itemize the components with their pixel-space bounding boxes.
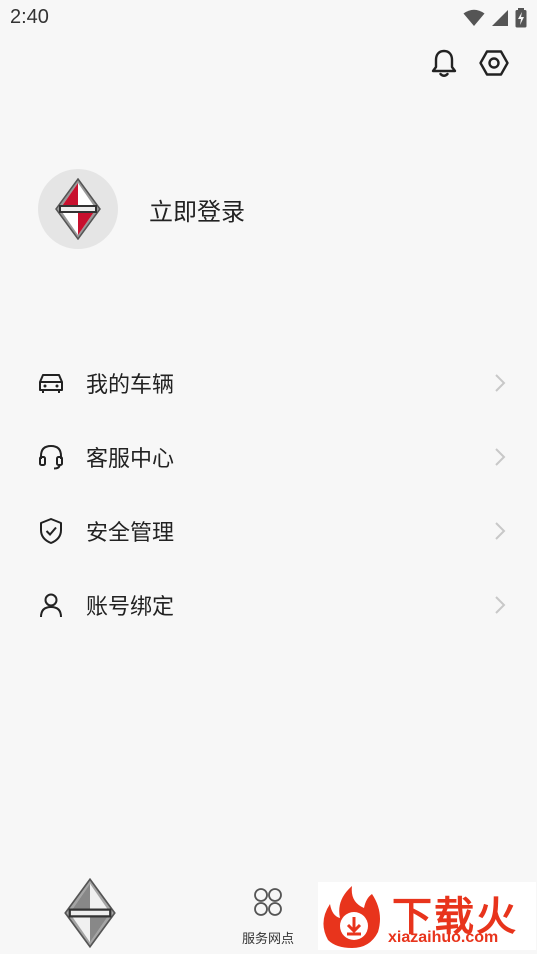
status-bar: 2:40	[0, 0, 537, 36]
borgward-logo-icon	[55, 178, 101, 240]
login-link[interactable]: 立即登录	[149, 192, 245, 227]
menu-item-customer-service[interactable]: 客服中心	[0, 420, 537, 494]
shield-check-icon	[37, 517, 65, 545]
menu-item-my-vehicle[interactable]: 我的车辆	[0, 346, 537, 420]
chevron-right-icon	[495, 522, 506, 540]
menu-item-label: 安全管理	[86, 521, 175, 546]
user-icon	[37, 591, 65, 619]
flame-logo-icon	[323, 886, 380, 948]
headset-icon	[37, 443, 65, 471]
bell-icon	[431, 49, 457, 77]
chevron-right-icon	[495, 448, 506, 466]
bottom-nav: 服务网点 下载火 xiazaihuo.com	[0, 874, 537, 954]
notification-button[interactable]	[429, 48, 459, 78]
car-icon	[37, 369, 65, 397]
watermark: 下载火 xiazaihuo.com	[318, 882, 536, 950]
menu-item-security[interactable]: 安全管理	[0, 494, 537, 568]
gear-icon	[479, 50, 509, 76]
watermark-url: xiazaihuo.com	[388, 929, 499, 946]
chevron-right-icon	[495, 374, 506, 392]
status-time: 2:40	[10, 6, 49, 28]
battery-icon	[515, 8, 527, 28]
profile-section[interactable]: 立即登录	[38, 169, 245, 249]
home-tab[interactable]	[63, 877, 117, 949]
clover-grid-icon	[254, 888, 282, 916]
top-actions	[429, 48, 509, 78]
menu-item-label: 我的车辆	[86, 373, 175, 398]
menu-item-label: 客服中心	[86, 447, 175, 472]
service-network-tab[interactable]: 服务网点	[238, 886, 298, 947]
service-network-label: 服务网点	[241, 932, 294, 947]
chevron-right-icon	[495, 596, 506, 614]
menu-item-label: 账号绑定	[86, 595, 175, 620]
avatar[interactable]	[38, 169, 118, 249]
status-icons	[463, 8, 527, 28]
menu-item-account-binding[interactable]: 账号绑定	[0, 568, 537, 642]
menu-list: 我的车辆 客服中心 安全管理 账号绑定	[0, 346, 537, 642]
wifi-icon	[463, 9, 485, 26]
borgward-logo-icon	[64, 877, 116, 949]
settings-button[interactable]	[479, 48, 509, 78]
signal-icon	[492, 10, 508, 26]
